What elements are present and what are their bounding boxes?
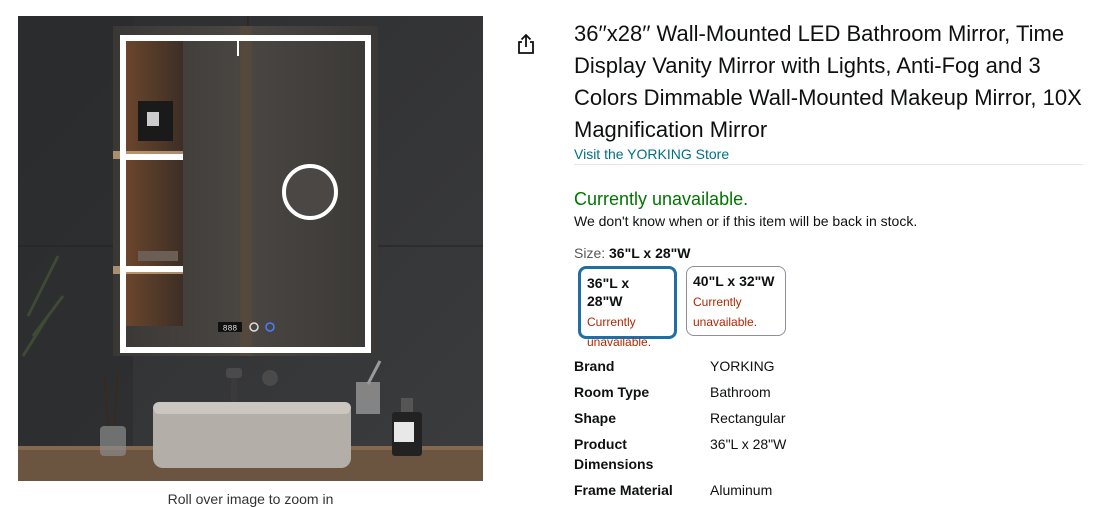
spec-value: Rectangular (710, 410, 786, 426)
size-option-name: 40"L x 32"W (693, 273, 775, 289)
availability-status: Currently unavailable. (574, 189, 749, 209)
spec-label: Product Dimensions (574, 436, 654, 472)
spec-row-brand: Brand YORKING (574, 356, 1074, 376)
spec-row-shape: Shape Rectangular (574, 408, 1074, 428)
spec-row-frame-material: Frame Material Aluminum (574, 480, 1074, 500)
spec-label: Room Type (574, 384, 650, 400)
share-icon[interactable] (515, 33, 537, 55)
spec-row-room-type: Room Type Bathroom (574, 382, 1074, 402)
selected-size-value: 36"L x 28"W (609, 245, 691, 261)
size-option-name: 36"L x 28"W (587, 275, 630, 309)
spec-value: Bathroom (710, 384, 771, 400)
spec-row-dimensions: Product Dimensions 36"L x 28"W (574, 434, 1074, 474)
svg-text:888: 888 (223, 325, 238, 334)
spec-label: Shape (574, 410, 617, 426)
size-option-status: Currently unavailable. (587, 315, 652, 349)
spec-value: 36"L x 28"W (710, 436, 787, 452)
spec-value: YORKING (710, 358, 775, 374)
size-option-36x28[interactable]: 36"L x 28"W Currently unavailable. (578, 266, 677, 349)
spec-label: Frame Material (574, 482, 673, 498)
size-option-40x32[interactable]: 40"L x 32"W Currently unavailable. (686, 266, 786, 336)
spec-label: Brand (574, 358, 615, 374)
size-option-status: Currently unavailable. (693, 295, 758, 329)
divider (574, 164, 1083, 165)
spec-value: Aluminum (710, 482, 773, 498)
product-image[interactable]: 888 (18, 16, 483, 481)
stock-note: We don't know when or if this item will … (574, 213, 918, 229)
size-label: Size: (574, 245, 606, 261)
size-selector-label: Size: 36"L x 28"W (574, 245, 691, 261)
zoom-hint: Roll over image to zoom in (167, 491, 334, 507)
store-link[interactable]: Visit the YORKING Store (574, 146, 729, 162)
product-specs: Brand YORKING Room Type Bathroom Shape R… (574, 356, 1074, 506)
product-title: 36′′x28′′ Wall-Mounted LED Bathroom Mirr… (574, 21, 1082, 142)
